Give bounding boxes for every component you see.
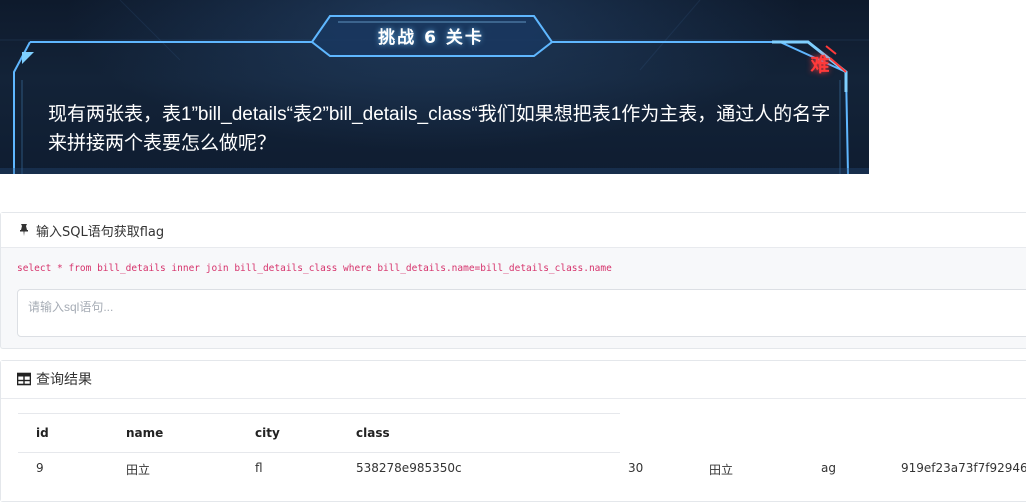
sql-input-panel: 输入SQL语句获取flag select * from bill_details… (0, 212, 1026, 349)
column-header-class: class (356, 426, 390, 440)
column-header-city: city (255, 426, 280, 440)
sql-input[interactable] (17, 289, 1026, 337)
sql-panel-header: 输入SQL语句获取flag (1, 213, 1026, 248)
table-cell: ag (821, 461, 836, 475)
results-panel-title: 查询结果 (36, 372, 92, 388)
difficulty-badge: 难 (800, 48, 840, 78)
column-header-id: id (36, 426, 49, 440)
results-table: id name city class 9 田立 fl 538278e985350… (1, 398, 1026, 501)
table-cell: 919ef23a73f7f92946 (901, 461, 1026, 475)
sql-hint-text: select * from bill_details inner join bi… (17, 263, 612, 274)
table-cell: 田立 (126, 463, 151, 477)
results-panel-header: 查询结果 (1, 361, 1026, 397)
column-header-name: name (126, 426, 164, 440)
table-cell: fl (255, 461, 263, 475)
challenge-question: 现有两张表，表1”bill_details“表2”bill_details_cl… (48, 104, 831, 154)
table-cell: 田立 (709, 463, 734, 477)
pin-icon (17, 223, 31, 237)
table-cell: 30 (628, 461, 644, 475)
challenge-title-tab: 挑战 6 关卡 (310, 14, 552, 56)
difficulty-label: 难 (810, 53, 830, 76)
table-icon (17, 372, 31, 386)
challenge-banner: 挑战 6 关卡 难 现有两张表，表1”bill_details“表2”bill_… (0, 0, 869, 174)
sql-panel-title: 输入SQL语句获取flag (36, 224, 165, 240)
challenge-title: 挑战 6 关卡 (378, 27, 484, 48)
query-results-panel: 查询结果 id name city class 9 田立 fl 538278e9… (0, 360, 1026, 502)
table-cell: 538278e985350c (356, 461, 462, 475)
table-header-row: id name city class (18, 413, 620, 453)
table-cell: 9 (36, 461, 44, 475)
